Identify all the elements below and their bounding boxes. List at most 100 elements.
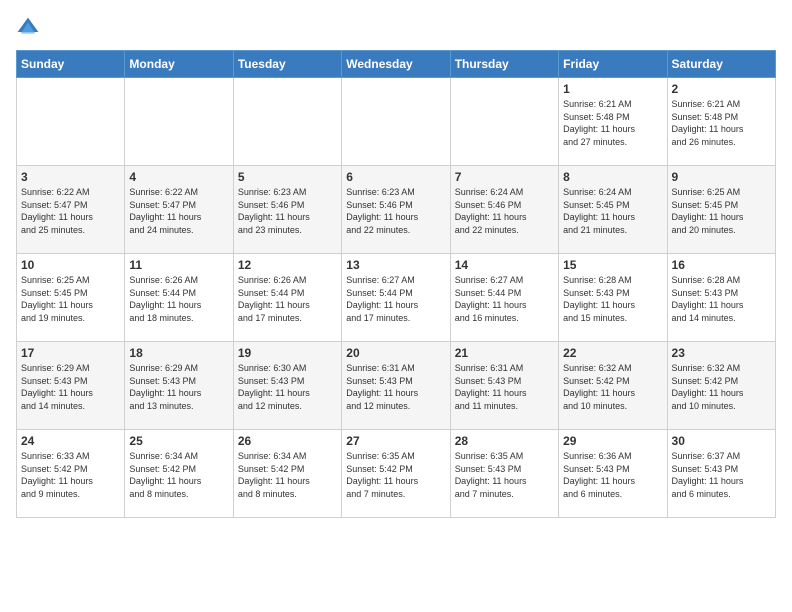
calendar-cell: 2 Sunrise: 6:21 AM Sunset: 5:48 PM Daylig… <box>667 78 775 166</box>
calendar-cell: 25 Sunrise: 6:34 AM Sunset: 5:42 PM Dayli… <box>125 430 233 518</box>
day-info: Sunrise: 6:25 AM Sunset: 5:45 PM Dayligh… <box>21 274 120 324</box>
calendar-cell: 28 Sunrise: 6:35 AM Sunset: 5:43 PM Dayli… <box>450 430 558 518</box>
day-number: 10 <box>21 258 120 272</box>
calendar-cell <box>450 78 558 166</box>
day-number: 30 <box>672 434 771 448</box>
day-info: Sunrise: 6:32 AM Sunset: 5:42 PM Dayligh… <box>563 362 662 412</box>
calendar-cell: 9 Sunrise: 6:25 AM Sunset: 5:45 PM Daylig… <box>667 166 775 254</box>
day-info: Sunrise: 6:21 AM Sunset: 5:48 PM Dayligh… <box>563 98 662 148</box>
calendar-week-3: 10 Sunrise: 6:25 AM Sunset: 5:45 PM Dayli… <box>17 254 776 342</box>
logo-icon <box>16 16 40 40</box>
day-number: 17 <box>21 346 120 360</box>
calendar-cell: 17 Sunrise: 6:29 AM Sunset: 5:43 PM Dayli… <box>17 342 125 430</box>
day-number: 12 <box>238 258 337 272</box>
calendar-cell: 29 Sunrise: 6:36 AM Sunset: 5:43 PM Dayli… <box>559 430 667 518</box>
day-info: Sunrise: 6:31 AM Sunset: 5:43 PM Dayligh… <box>346 362 445 412</box>
calendar-cell: 23 Sunrise: 6:32 AM Sunset: 5:42 PM Dayli… <box>667 342 775 430</box>
day-info: Sunrise: 6:22 AM Sunset: 5:47 PM Dayligh… <box>21 186 120 236</box>
calendar-cell <box>233 78 341 166</box>
day-number: 2 <box>672 82 771 96</box>
day-info: Sunrise: 6:33 AM Sunset: 5:42 PM Dayligh… <box>21 450 120 500</box>
day-info: Sunrise: 6:27 AM Sunset: 5:44 PM Dayligh… <box>455 274 554 324</box>
day-number: 27 <box>346 434 445 448</box>
calendar-cell: 26 Sunrise: 6:34 AM Sunset: 5:42 PM Dayli… <box>233 430 341 518</box>
day-info: Sunrise: 6:37 AM Sunset: 5:43 PM Dayligh… <box>672 450 771 500</box>
day-info: Sunrise: 6:23 AM Sunset: 5:46 PM Dayligh… <box>238 186 337 236</box>
calendar-cell: 27 Sunrise: 6:35 AM Sunset: 5:42 PM Dayli… <box>342 430 450 518</box>
day-info: Sunrise: 6:25 AM Sunset: 5:45 PM Dayligh… <box>672 186 771 236</box>
day-number: 11 <box>129 258 228 272</box>
day-info: Sunrise: 6:35 AM Sunset: 5:42 PM Dayligh… <box>346 450 445 500</box>
weekday-header-saturday: Saturday <box>667 51 775 78</box>
day-number: 29 <box>563 434 662 448</box>
day-number: 1 <box>563 82 662 96</box>
calendar-week-1: 1 Sunrise: 6:21 AM Sunset: 5:48 PM Daylig… <box>17 78 776 166</box>
day-info: Sunrise: 6:31 AM Sunset: 5:43 PM Dayligh… <box>455 362 554 412</box>
day-number: 19 <box>238 346 337 360</box>
calendar-body: 1 Sunrise: 6:21 AM Sunset: 5:48 PM Daylig… <box>17 78 776 518</box>
calendar-cell: 10 Sunrise: 6:25 AM Sunset: 5:45 PM Dayli… <box>17 254 125 342</box>
calendar-week-5: 24Sunrise: 6:33 AM Sunset: 5:42 PM Dayli… <box>17 430 776 518</box>
calendar-cell: 22 Sunrise: 6:32 AM Sunset: 5:42 PM Dayli… <box>559 342 667 430</box>
day-number: 16 <box>672 258 771 272</box>
calendar-cell: 8 Sunrise: 6:24 AM Sunset: 5:45 PM Daylig… <box>559 166 667 254</box>
day-info: Sunrise: 6:26 AM Sunset: 5:44 PM Dayligh… <box>129 274 228 324</box>
day-number: 25 <box>129 434 228 448</box>
calendar-cell: 24Sunrise: 6:33 AM Sunset: 5:42 PM Dayli… <box>17 430 125 518</box>
day-info: Sunrise: 6:21 AM Sunset: 5:48 PM Dayligh… <box>672 98 771 148</box>
day-info: Sunrise: 6:23 AM Sunset: 5:46 PM Dayligh… <box>346 186 445 236</box>
logo <box>16 16 44 40</box>
day-number: 5 <box>238 170 337 184</box>
day-number: 4 <box>129 170 228 184</box>
day-number: 21 <box>455 346 554 360</box>
day-info: Sunrise: 6:28 AM Sunset: 5:43 PM Dayligh… <box>563 274 662 324</box>
day-info: Sunrise: 6:27 AM Sunset: 5:44 PM Dayligh… <box>346 274 445 324</box>
calendar-cell <box>125 78 233 166</box>
calendar-cell: 6Sunrise: 6:23 AM Sunset: 5:46 PM Daylig… <box>342 166 450 254</box>
day-info: Sunrise: 6:35 AM Sunset: 5:43 PM Dayligh… <box>455 450 554 500</box>
day-number: 28 <box>455 434 554 448</box>
calendar-cell: 14 Sunrise: 6:27 AM Sunset: 5:44 PM Dayli… <box>450 254 558 342</box>
day-info: Sunrise: 6:34 AM Sunset: 5:42 PM Dayligh… <box>129 450 228 500</box>
day-number: 7 <box>455 170 554 184</box>
calendar-cell: 18Sunrise: 6:29 AM Sunset: 5:43 PM Dayli… <box>125 342 233 430</box>
weekday-header-monday: Monday <box>125 51 233 78</box>
weekday-header-friday: Friday <box>559 51 667 78</box>
day-number: 15 <box>563 258 662 272</box>
day-number: 22 <box>563 346 662 360</box>
day-number: 8 <box>563 170 662 184</box>
day-number: 13 <box>346 258 445 272</box>
calendar-cell: 4 Sunrise: 6:22 AM Sunset: 5:47 PM Daylig… <box>125 166 233 254</box>
weekday-header-wednesday: Wednesday <box>342 51 450 78</box>
calendar-cell: 30 Sunrise: 6:37 AM Sunset: 5:43 PM Dayli… <box>667 430 775 518</box>
day-number: 20 <box>346 346 445 360</box>
calendar-cell: 16Sunrise: 6:28 AM Sunset: 5:43 PM Dayli… <box>667 254 775 342</box>
calendar-week-4: 17 Sunrise: 6:29 AM Sunset: 5:43 PM Dayli… <box>17 342 776 430</box>
calendar-cell: 20 Sunrise: 6:31 AM Sunset: 5:43 PM Dayli… <box>342 342 450 430</box>
day-number: 9 <box>672 170 771 184</box>
day-info: Sunrise: 6:36 AM Sunset: 5:43 PM Dayligh… <box>563 450 662 500</box>
day-info: Sunrise: 6:34 AM Sunset: 5:42 PM Dayligh… <box>238 450 337 500</box>
calendar-cell: 15 Sunrise: 6:28 AM Sunset: 5:43 PM Dayli… <box>559 254 667 342</box>
calendar-cell: 11 Sunrise: 6:26 AM Sunset: 5:44 PM Dayli… <box>125 254 233 342</box>
day-info: Sunrise: 6:32 AM Sunset: 5:42 PM Dayligh… <box>672 362 771 412</box>
day-info: Sunrise: 6:22 AM Sunset: 5:47 PM Dayligh… <box>129 186 228 236</box>
weekday-header-row: SundayMondayTuesdayWednesdayThursdayFrid… <box>17 51 776 78</box>
calendar-cell: 3 Sunrise: 6:22 AM Sunset: 5:47 PM Daylig… <box>17 166 125 254</box>
calendar-cell: 12Sunrise: 6:26 AM Sunset: 5:44 PM Dayli… <box>233 254 341 342</box>
calendar-cell: 13 Sunrise: 6:27 AM Sunset: 5:44 PM Dayli… <box>342 254 450 342</box>
day-info: Sunrise: 6:24 AM Sunset: 5:45 PM Dayligh… <box>563 186 662 236</box>
day-number: 23 <box>672 346 771 360</box>
weekday-header-thursday: Thursday <box>450 51 558 78</box>
calendar-week-2: 3 Sunrise: 6:22 AM Sunset: 5:47 PM Daylig… <box>17 166 776 254</box>
day-info: Sunrise: 6:29 AM Sunset: 5:43 PM Dayligh… <box>129 362 228 412</box>
day-number: 14 <box>455 258 554 272</box>
day-info: Sunrise: 6:29 AM Sunset: 5:43 PM Dayligh… <box>21 362 120 412</box>
calendar-cell: 7Sunrise: 6:24 AM Sunset: 5:46 PM Daylig… <box>450 166 558 254</box>
calendar-cell: 19Sunrise: 6:30 AM Sunset: 5:43 PM Dayli… <box>233 342 341 430</box>
calendar-cell <box>17 78 125 166</box>
day-number: 3 <box>21 170 120 184</box>
day-number: 26 <box>238 434 337 448</box>
calendar-cell: 1 Sunrise: 6:21 AM Sunset: 5:48 PM Daylig… <box>559 78 667 166</box>
calendar: SundayMondayTuesdayWednesdayThursdayFrid… <box>16 50 776 518</box>
